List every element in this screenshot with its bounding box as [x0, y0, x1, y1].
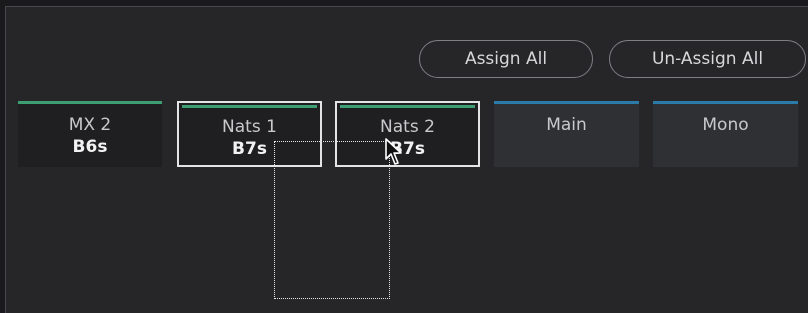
bus-color-bar — [494, 101, 639, 104]
bus-tile-mx2[interactable]: MX 2 B6s — [18, 101, 162, 167]
bus-color-bar — [182, 105, 317, 108]
bus-tile-name: Mono — [702, 115, 749, 135]
bus-tile-assignment: B7s — [232, 139, 267, 159]
bus-tile-assignment: B6s — [72, 137, 108, 157]
bus-tile-nats2[interactable]: Nats 2 B7s — [335, 101, 480, 167]
bus-tile-name: Main — [546, 115, 587, 135]
bus-tile-name: Nats 2 — [380, 117, 435, 137]
bus-color-bar — [653, 101, 798, 104]
bus-tile-assignment: B7s — [390, 139, 425, 159]
bus-tile-mono[interactable]: Mono — [653, 101, 798, 167]
assign-all-button[interactable]: Assign All — [419, 40, 593, 78]
bus-tile-name: Nats 1 — [222, 117, 277, 137]
unassign-all-button[interactable]: Un-Assign All — [609, 40, 806, 78]
bus-color-bar — [18, 101, 162, 104]
bus-tile-nats1[interactable]: Nats 1 B7s — [177, 101, 322, 167]
bus-tile-name: MX 2 — [68, 115, 112, 135]
bus-color-bar — [340, 105, 475, 108]
bus-tile-main[interactable]: Main — [494, 101, 639, 167]
bus-assign-panel: Assign All Un-Assign All MX 2 B6s Nats 1… — [5, 6, 808, 313]
